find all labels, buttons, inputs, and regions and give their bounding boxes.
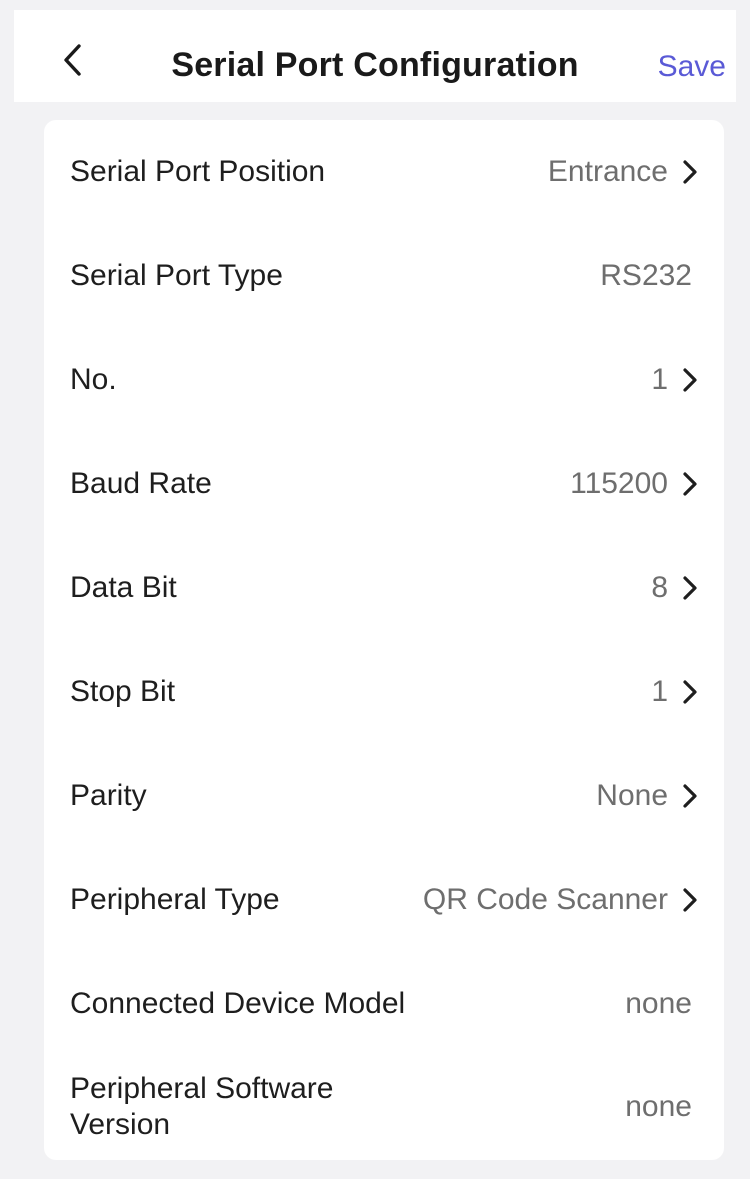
top-bar: Serial Port Configuration Save [14, 10, 736, 102]
setting-value: 115200 [570, 467, 668, 500]
save-button[interactable]: Save [658, 50, 726, 84]
chevron-right-icon [682, 159, 698, 185]
setting-row-serial-port-type: Serial Port Type RS232 [44, 224, 724, 328]
serial-port-config-screen: Serial Port Configuration Save Serial Po… [0, 0, 750, 1179]
setting-label: Connected Device Model [70, 987, 406, 1020]
setting-row-baud-rate[interactable]: Baud Rate 115200 [44, 432, 724, 536]
setting-row-stop-bit[interactable]: Stop Bit 1 [44, 640, 724, 744]
chevron-right-icon [682, 367, 698, 393]
settings-card: Serial Port Position Entrance Serial Por… [44, 120, 724, 1160]
setting-row-no[interactable]: No. 1 [44, 328, 724, 432]
chevron-right-icon [682, 575, 698, 601]
setting-value: none [625, 1090, 692, 1123]
setting-label: Serial Port Position [70, 155, 326, 188]
setting-row-serial-port-position[interactable]: Serial Port Position Entrance [44, 120, 724, 224]
setting-value: Entrance [547, 155, 668, 188]
setting-label: Parity [70, 779, 147, 812]
setting-label: Peripheral Type [70, 883, 280, 916]
setting-value: None [596, 779, 668, 812]
chevron-right-icon [682, 783, 698, 809]
chevron-right-icon [682, 471, 698, 497]
setting-value: none [625, 987, 692, 1020]
setting-row-parity[interactable]: Parity None [44, 744, 724, 848]
setting-row-connected-device-model: Connected Device Model none [44, 952, 724, 1056]
chevron-right-icon [682, 887, 698, 913]
setting-label: Baud Rate [70, 467, 212, 500]
setting-row-peripheral-software-version: Peripheral Software Version none [44, 1052, 724, 1162]
page-title: Serial Port Configuration [171, 46, 579, 84]
setting-row-peripheral-type[interactable]: Peripheral Type QR Code Scanner [44, 848, 724, 952]
setting-label: Stop Bit [70, 675, 176, 708]
setting-value: QR Code Scanner [422, 883, 668, 916]
setting-label: No. [70, 363, 117, 396]
setting-value: 1 [651, 363, 668, 396]
setting-row-data-bit[interactable]: Data Bit 8 [44, 536, 724, 640]
setting-value: RS232 [600, 259, 692, 292]
setting-label: Data Bit [70, 571, 177, 604]
setting-label: Serial Port Type [70, 259, 283, 292]
chevron-right-icon [682, 679, 698, 705]
setting-label: Peripheral Software Version [70, 1072, 334, 1141]
setting-value: 1 [651, 675, 668, 708]
setting-value: 8 [651, 571, 668, 604]
